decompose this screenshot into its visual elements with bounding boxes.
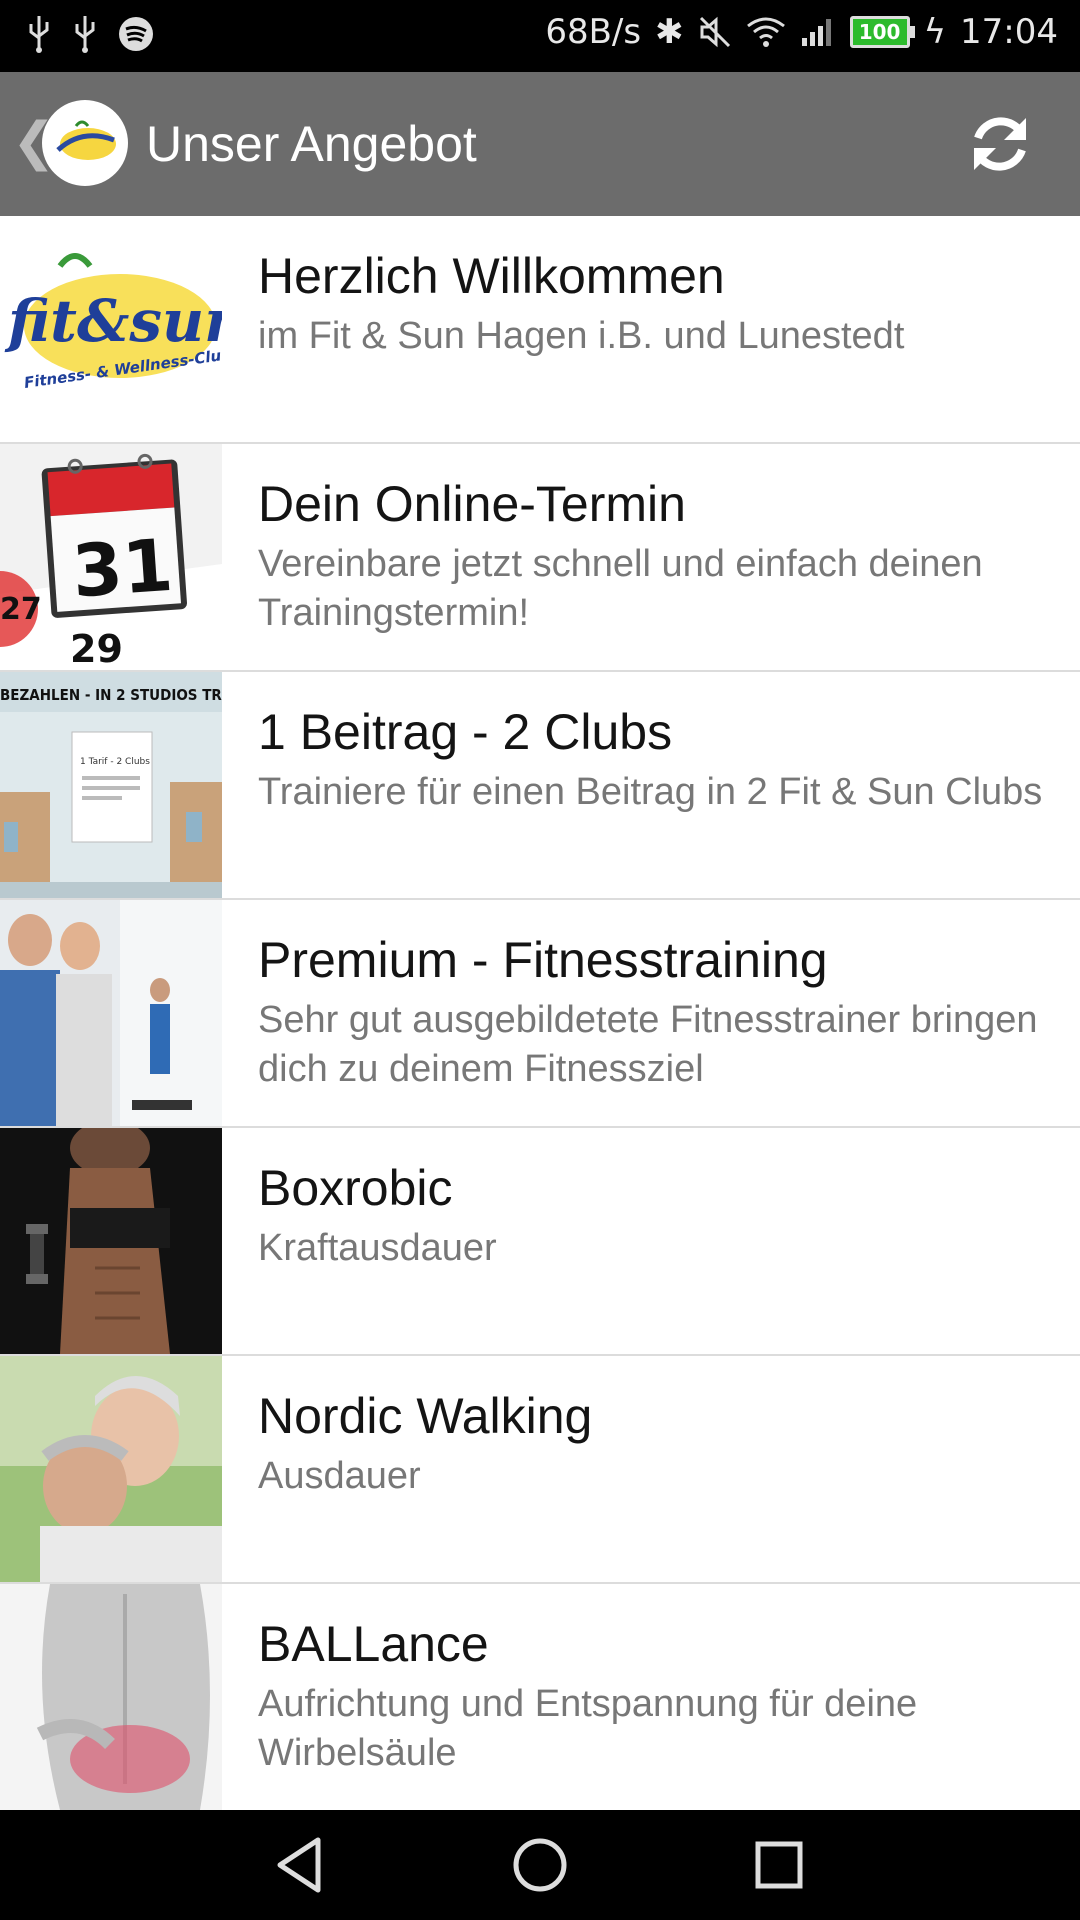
network-speed: 68B/s: [545, 12, 642, 52]
mute-icon: [699, 16, 730, 48]
item-subtitle: im Fit & Sun Hagen i.B. und Lunestedt: [258, 315, 905, 357]
usb-icon: [75, 16, 95, 53]
home-circle-icon[interactable]: [507, 1832, 573, 1898]
list-item[interactable]: BALLance Aufrichtung und Entspannung für…: [0, 1584, 1080, 1810]
calendar-big-number: 31: [70, 523, 176, 614]
item-subtitle: Vereinbare jetzt schnell und einfach dei…: [258, 543, 983, 634]
charging-icon: ϟ: [923, 12, 947, 52]
item-title: Herzlich Willkommen: [258, 248, 725, 304]
studios-doc-text: 1 Tarif - 2 Clubs: [80, 757, 150, 767]
navigation-bar: [0, 1810, 1080, 1920]
studios-banner-text: BEZAHLEN - IN 2 STUDIOS TRAIN: [0, 686, 222, 704]
item-thumbnail-nordic-walking-photo: [0, 1356, 222, 1582]
spotify-icon: [119, 17, 153, 51]
list-item[interactable]: Boxrobic Kraftausdauer: [0, 1128, 1080, 1356]
item-subtitle: Sehr gut ausgebildetete Fitnesstrainer b…: [258, 999, 1038, 1090]
item-subtitle: Ausdauer: [258, 1455, 421, 1497]
item-thumbnail-fitness-photo: [0, 900, 222, 1126]
item-thumbnail-studios: BEZAHLEN - IN 2 STUDIOS TRAIN 1 Tarif - …: [0, 672, 222, 898]
item-subtitle: Aufrichtung und Entspannung für deine Wi…: [258, 1683, 918, 1774]
bluetooth-icon: ✱: [655, 12, 684, 52]
list-item[interactable]: Nordic Walking Ausdauer: [0, 1356, 1080, 1584]
page-title: Unser Angebot: [146, 116, 477, 172]
item-title: Dein Online-Termin: [258, 476, 686, 532]
list-item[interactable]: BEZAHLEN - IN 2 STUDIOS TRAIN 1 Tarif - …: [0, 672, 1080, 900]
status-bar: 68B/s ✱ 100 ϟ 17:04: [0, 0, 1080, 72]
offer-list: fit&sun Fitness- & Wellness-Club Herzlic…: [0, 216, 1080, 1810]
clock: 17:04: [960, 12, 1058, 52]
action-bar: ❮ Unser Angebot: [0, 72, 1080, 216]
wifi-icon: [746, 17, 785, 47]
battery-icon: 100: [849, 16, 915, 48]
app-logo[interactable]: [42, 100, 128, 186]
item-thumbnail-calendar: 29 27 31: [0, 444, 222, 670]
logo-brand-text: fit&sun: [4, 287, 222, 355]
item-subtitle: Trainiere für einen Beitrag in 2 Fit & S…: [258, 771, 1043, 813]
item-title: BALLance: [258, 1616, 489, 1672]
calendar-small-number: 29: [70, 627, 123, 670]
item-title: Boxrobic: [258, 1160, 453, 1216]
item-thumbnail-boxrobic-photo: [0, 1128, 222, 1354]
item-title: Nordic Walking: [258, 1388, 593, 1444]
refresh-icon[interactable]: [960, 104, 1040, 184]
item-title: 1 Beitrag - 2 Clubs: [258, 704, 673, 760]
calendar-small-number: 27: [0, 592, 42, 627]
back-triangle-icon[interactable]: [268, 1832, 334, 1898]
item-subtitle: Kraftausdauer: [258, 1227, 497, 1269]
item-title: Premium - Fitnesstraining: [258, 932, 828, 988]
item-thumbnail-back-photo: [0, 1584, 222, 1810]
item-thumbnail-logo: fit&sun Fitness- & Wellness-Club: [0, 216, 222, 442]
list-item[interactable]: fit&sun Fitness- & Wellness-Club Herzlic…: [0, 216, 1080, 444]
list-item[interactable]: 29 27 31 Dein Online-Termin Vereinbare j…: [0, 444, 1080, 672]
usb-icon: [29, 16, 49, 53]
recents-square-icon[interactable]: [746, 1832, 812, 1898]
signal-icon: [801, 19, 831, 46]
list-item[interactable]: Premium - Fitnesstraining Sehr gut ausge…: [0, 900, 1080, 1128]
